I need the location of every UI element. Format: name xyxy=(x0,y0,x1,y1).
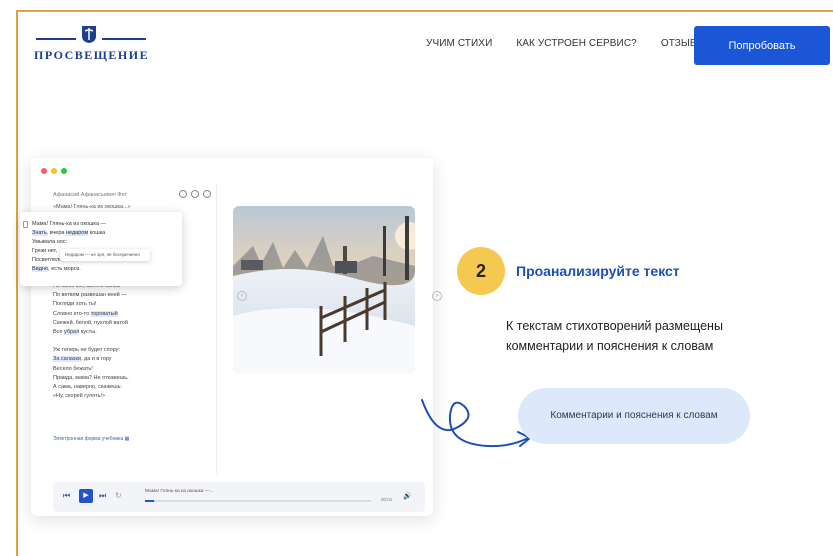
step-number-badge: 2 xyxy=(457,247,505,295)
poem-line: Весело бежать! xyxy=(53,365,93,372)
poem-line: Правда, мама? Не откажешь, xyxy=(53,374,129,381)
window-controls xyxy=(41,168,67,174)
play-button[interactable]: ▶ xyxy=(79,489,93,503)
window-minimize-dot xyxy=(51,168,57,174)
word-popup: Мама! Глянь-ка из окошка — Знать, вчера … xyxy=(20,212,182,286)
curly-arrow-icon xyxy=(421,399,532,448)
share-icon[interactable] xyxy=(203,190,211,198)
highlighted-word[interactable]: тороватый xyxy=(90,310,118,317)
popup-line: Мама! Глянь-ка из окошка — xyxy=(32,221,107,227)
popup-line: Умывала нос: xyxy=(32,239,68,245)
poem-line: Все убрал кусты. xyxy=(53,328,129,337)
poem-line: «Ну, скорей гулять!» xyxy=(53,393,106,400)
highlighted-word[interactable]: убрал xyxy=(64,329,80,336)
popup-poem-text: Мама! Глянь-ка из окошка — Знать, вчера … xyxy=(32,220,106,274)
poem-line-text: кусты. xyxy=(79,329,97,336)
ebook-link-label: Электронная форма учебника xyxy=(53,436,124,442)
poem-line-text: Все xyxy=(53,329,65,336)
track-time: 00:01 xyxy=(381,497,393,502)
progress-fill xyxy=(145,500,155,502)
poem-text: Не колючий, светло-синий По ветвям разве… xyxy=(53,282,129,401)
highlighted-word[interactable]: За салазки xyxy=(53,356,81,363)
poem-line-text: Словно кто-то xyxy=(53,310,91,317)
previous-icon[interactable]: ⏮ xyxy=(63,491,70,501)
word-tooltip: Недаром — не зря, не беспричинно xyxy=(60,249,150,261)
logo[interactable]: ПРОСВЕЩЕНИЕ xyxy=(34,24,154,68)
poem-line: Погляди хоть ты! xyxy=(53,301,97,308)
winter-illustration xyxy=(233,206,415,373)
step-description: К текстам стихотворений размещены коммен… xyxy=(506,319,723,353)
poem-line-text: , да и в гору xyxy=(80,356,112,363)
next-icon[interactable]: ⏭ xyxy=(99,491,106,501)
poem-line: Словно кто-то тороватый xyxy=(53,310,129,319)
poem-line: А сама, наверно, скажешь: xyxy=(53,384,123,391)
poem-title[interactable]: «Мама! Глянь-ка из окошка...» xyxy=(53,204,131,210)
print-icon[interactable] xyxy=(179,190,187,198)
logo-line-right xyxy=(102,38,146,40)
volume-icon[interactable]: 🔊 xyxy=(403,492,412,500)
highlighted-word[interactable]: недаром xyxy=(66,230,89,236)
highlighted-word[interactable]: Знать xyxy=(32,230,47,236)
try-button[interactable]: Попробовать xyxy=(694,26,830,65)
popup-line-text: кошка xyxy=(88,230,106,236)
header: ПРОСВЕЩЕНИЕ УЧИМ СТИХИ КАК УСТРОЕН СЕРВИ… xyxy=(18,12,833,78)
logo-line-left xyxy=(36,38,76,40)
poem-line: Уж теперь не будет спору: xyxy=(53,347,120,354)
page-frame: ПРОСВЕЩЕНИЕ УЧИМ СТИХИ КАК УСТРОЕН СЕРВИ… xyxy=(16,10,833,556)
nav-item-how-it-works[interactable]: КАК УСТРОЕН СЕРВИС? xyxy=(516,38,636,49)
highlighted-word[interactable]: Видно xyxy=(32,266,49,272)
progress-track[interactable] xyxy=(145,500,371,502)
nav-item-poems[interactable]: УЧИМ СТИХИ xyxy=(426,38,492,49)
comments-feature-pill: Комментарии и пояснения к словам xyxy=(518,388,750,444)
poem-line: Свежей, белой, пухлой ватой xyxy=(53,319,128,326)
previous-image-icon[interactable]: ‹ xyxy=(237,291,247,301)
ebook-link[interactable]: Электронная форма учебника ▦ xyxy=(53,436,129,442)
window-maximize-dot xyxy=(61,168,67,174)
repeat-icon[interactable]: ↻ xyxy=(115,491,122,500)
popup-line-text: , есть мороз. xyxy=(48,266,81,272)
poem-icon xyxy=(23,221,28,228)
step-title: Проанализируйте текст xyxy=(516,263,680,279)
book-icon: ▦ xyxy=(124,436,130,442)
track-title: Мама! Глянь-ка из окошка —... xyxy=(145,489,214,494)
logo-text: ПРОСВЕЩЕНИЕ xyxy=(34,48,150,62)
popup-line-text: , вчера xyxy=(46,230,66,236)
audio-player: ⏮ ▶ ⏭ ↻ Мама! Глянь-ка из окошка —... 00… xyxy=(53,482,425,512)
poem-tools xyxy=(179,190,211,198)
poem-line: По ветвям развешан иней — xyxy=(53,292,127,299)
poem-author: Афанасий Афанасьевич Фет xyxy=(53,192,127,198)
popup-line: Видно, есть мороз. xyxy=(32,265,106,274)
main-nav: УЧИМ СТИХИ КАК УСТРОЕН СЕРВИС? ОТЗЫВЫ xyxy=(426,38,706,49)
poem-line: За салазки, да и в гору xyxy=(53,355,129,364)
next-image-icon[interactable]: › xyxy=(432,291,442,301)
logo-emblem-icon xyxy=(82,26,96,43)
popup-line: Знать, вчера недаром кошка xyxy=(32,229,106,238)
settings-icon[interactable] xyxy=(191,190,199,198)
window-close-dot xyxy=(41,168,47,174)
